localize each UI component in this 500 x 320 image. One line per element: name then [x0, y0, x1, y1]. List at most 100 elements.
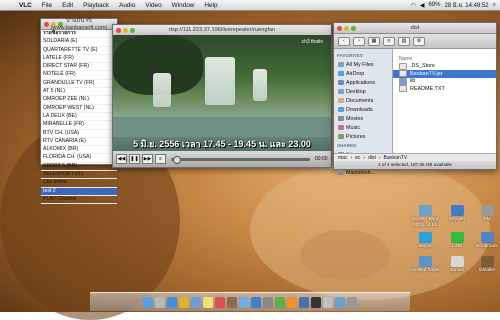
seek-knob[interactable] — [173, 155, 181, 164]
sidebar-item[interactable]: Downloads — [334, 105, 392, 114]
back-icon[interactable]: ‹ — [338, 36, 350, 46]
playlist-item[interactable]: RTV CANARIA (E) — [41, 138, 117, 147]
sidebar-item[interactable]: Music — [334, 123, 392, 132]
utorrent-icon[interactable] — [275, 296, 285, 308]
safari-icon[interactable] — [167, 296, 177, 308]
forward-icon[interactable]: ▶▶ — [142, 154, 153, 164]
downloads-icon[interactable] — [335, 296, 345, 308]
pause-icon[interactable]: ❚❚ — [129, 154, 140, 164]
rewind-icon[interactable]: ◀◀ — [116, 154, 127, 164]
playlist-item[interactable]: NOTELE (FR) — [41, 71, 117, 80]
appstore-icon[interactable] — [251, 296, 261, 308]
playlist-item[interactable]: SOLDARIA (E) — [41, 38, 117, 47]
minimize-icon[interactable] — [51, 21, 56, 27]
file-row[interactable]: README.TXT — [393, 85, 496, 93]
wifi-icon[interactable]: ◠ — [411, 2, 416, 9]
menu-app-name[interactable]: VLC — [14, 2, 37, 9]
sidebar-item[interactable]: Documents — [334, 96, 392, 105]
desktop-icon[interactable]: Installer — [470, 256, 500, 274]
vlc-icon[interactable] — [287, 296, 297, 308]
menu-clock[interactable]: 28 มิ.ย. 14:48:52 — [444, 0, 488, 10]
mail-icon[interactable] — [191, 296, 201, 308]
menu-edit[interactable]: Edit — [57, 2, 78, 9]
playlist-item[interactable]: LATELE (FR) — [41, 55, 117, 64]
finder-titlebar[interactable]: dist — [334, 23, 496, 34]
playlist-item[interactable]: MIRABELLE (FR) — [41, 121, 117, 130]
menu-audio[interactable]: Audio — [114, 2, 140, 9]
close-icon[interactable] — [44, 21, 49, 27]
menu-file[interactable]: File — [37, 2, 57, 9]
path-segment[interactable]: BanbanTV — [384, 155, 408, 161]
minimize-icon[interactable] — [344, 25, 349, 31]
battery-status[interactable]: 69% — [428, 2, 440, 8]
trash-icon[interactable] — [347, 296, 357, 308]
playlist-item[interactable]: GRANDULLE TV (FR) — [41, 80, 117, 89]
zoom-icon[interactable] — [58, 21, 63, 27]
playlist-item[interactable]: LA DEUX (BE) — [41, 113, 117, 122]
terminal-icon[interactable] — [311, 296, 321, 308]
sidebar-item[interactable]: All My Files — [334, 60, 392, 69]
playlist-toggle-icon[interactable]: ≡ — [155, 154, 166, 164]
desktop-icon[interactable]: Jumsri — [440, 256, 474, 274]
file-row[interactable]: lib — [393, 77, 496, 86]
seek-bar[interactable] — [171, 155, 310, 164]
action-gear-icon[interactable]: ⚙ — [413, 36, 425, 46]
playlist-item[interactable]: Cbs korea — [41, 179, 117, 188]
playlist-titlebar[interactable]: บ้านบัน #5 (www.banbansoft.com) — [41, 18, 117, 31]
close-icon[interactable] — [116, 27, 121, 33]
launchpad-icon[interactable] — [155, 296, 165, 308]
spotlight-icon[interactable]: ⌕ — [493, 2, 496, 9]
desktop-icon[interactable]: SM — [470, 205, 500, 223]
notes-icon[interactable] — [203, 296, 213, 308]
sidebar-item[interactable]: Pictures — [334, 132, 392, 141]
playlist-item[interactable]: FLORIDA CH. (USA) — [41, 154, 117, 163]
desktop-icon[interactable]: Bookmark — [470, 232, 500, 250]
playlist-item[interactable]: PLAY Channel — [41, 196, 117, 205]
desktop-icon[interactable]: Keygen — [440, 205, 474, 223]
photos-icon[interactable] — [227, 296, 237, 308]
sidebar-item[interactable]: Macintosh... — [334, 168, 392, 177]
playlist-item[interactable]: DIRECT STAR (FR) — [41, 63, 117, 72]
forward-icon[interactable]: › — [353, 36, 365, 46]
file-row[interactable]: .DS_Store — [393, 62, 496, 71]
sidebar-item[interactable]: AirDrop — [334, 69, 392, 78]
icon-view-icon[interactable]: ▦ — [368, 36, 380, 46]
calendar-icon[interactable] — [215, 296, 225, 308]
playlist-item[interactable]: ALKOMIX (BR) — [41, 146, 117, 155]
playlist-item[interactable]: OMROEP WEST (NL) — [41, 105, 117, 113]
menu-help[interactable]: Help — [199, 2, 222, 9]
finder-icon[interactable] — [143, 296, 153, 308]
close-icon[interactable] — [337, 25, 342, 31]
desktop-icon[interactable]: Screen Shot 2013...4.51 — [408, 205, 442, 228]
playlist-item[interactable]: OMROEP ZEE (NL) — [41, 96, 117, 105]
list-view-icon[interactable]: ≡ — [383, 36, 395, 46]
menu-video[interactable]: Video — [140, 2, 166, 9]
desktop-icon[interactable]: LINE — [440, 232, 474, 250]
playlist-item[interactable]: AT 5 (NL) — [41, 88, 117, 97]
video-frame[interactable]: ch3 thaitv 5 มิ.ย. 2556 เวลา 17.45 - 19.… — [113, 35, 331, 151]
path-segment[interactable]: ec — [355, 155, 360, 161]
sidebar-item[interactable]: Applications — [334, 78, 392, 87]
menu-playback[interactable]: Playback — [78, 2, 114, 9]
preview-icon[interactable] — [323, 296, 333, 308]
column-view-icon[interactable]: ▥ — [398, 36, 410, 46]
minimize-icon[interactable] — [123, 27, 128, 33]
preferences-icon[interactable] — [263, 296, 273, 308]
xcode-icon[interactable] — [299, 296, 309, 308]
desktop-icon[interactable]: Untitled folder — [408, 256, 442, 274]
itunes-icon[interactable] — [239, 296, 249, 308]
column-header-name[interactable]: Name — [393, 55, 496, 63]
path-segment[interactable]: dist — [368, 155, 376, 161]
playlist-item[interactable]: BTV CH. (USA) — [41, 130, 117, 138]
playlist-item[interactable]: SPORT 5 (BR) — [41, 163, 117, 172]
desktop-icon[interactable]: Skype — [408, 232, 442, 250]
playlist-item[interactable]: QUARTARETTE TV (E) — [41, 47, 117, 55]
playlist-item[interactable]: TELESPORT (IT) — [41, 171, 117, 180]
sidebar-item[interactable]: Movies — [334, 114, 392, 123]
path-segment[interactable]: mac — [338, 155, 347, 161]
chrome-icon[interactable] — [179, 296, 189, 308]
file-row[interactable]: BanbanTV.jar — [393, 70, 496, 78]
menu-window[interactable]: Window — [167, 2, 200, 9]
playlist-item[interactable]: รายชื่อรายการ — [41, 30, 117, 39]
sidebar-item[interactable]: Desktop — [334, 87, 392, 96]
